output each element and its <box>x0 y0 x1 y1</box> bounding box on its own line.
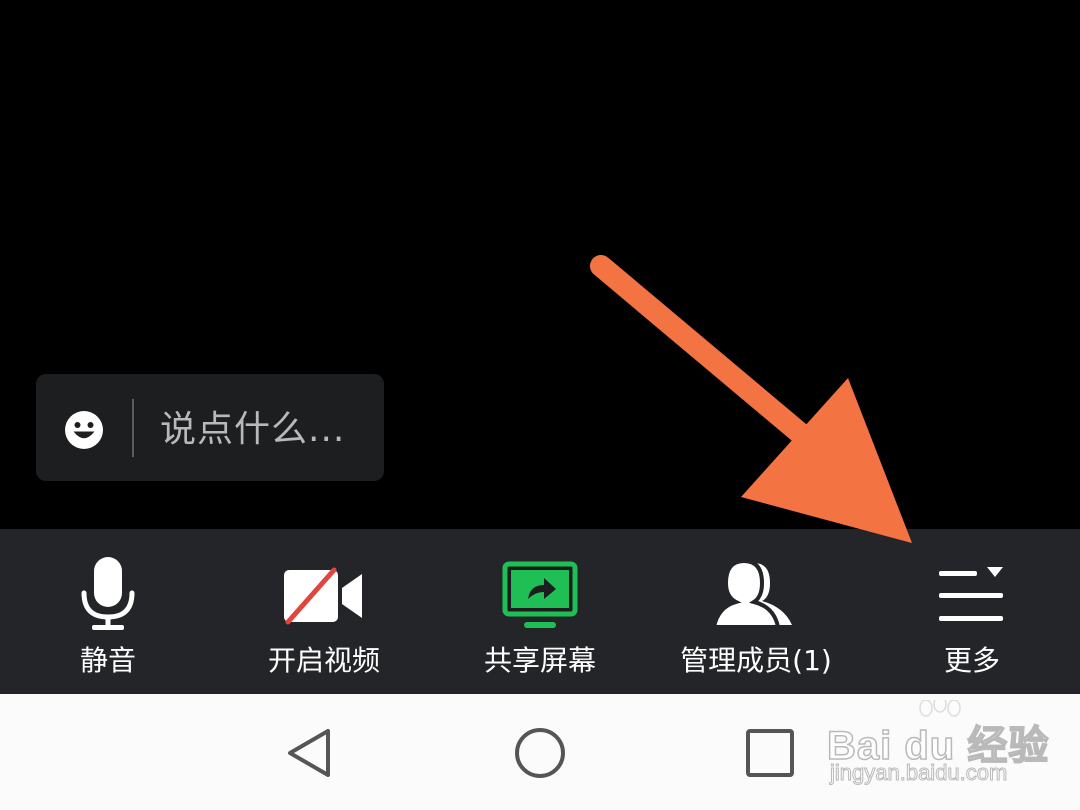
more-label: 更多 <box>943 644 1000 677</box>
smiley-face-icon[interactable] <box>64 410 104 450</box>
circle-home-icon[interactable] <box>508 721 572 785</box>
video-camera-off-icon <box>284 567 362 625</box>
share-screen-button[interactable]: 共享屏幕 <box>432 529 648 694</box>
watermark-url: jingyan.baidu.com <box>829 760 1008 786</box>
members-icon <box>714 559 792 629</box>
start-video-label: 开启视频 <box>267 644 380 677</box>
microphone-icon <box>81 557 135 630</box>
more-menu-icon <box>939 567 1003 621</box>
manage-members-label: 管理成员(1) <box>680 644 832 677</box>
start-video-button[interactable]: 开启视频 <box>216 529 432 694</box>
share-screen-icon <box>502 561 578 628</box>
triangle-back-icon[interactable] <box>278 721 342 785</box>
mute-button[interactable]: 静音 <box>0 529 216 694</box>
chat-divider <box>132 399 134 457</box>
manage-members-button[interactable]: 管理成员(1) <box>648 529 864 694</box>
more-button[interactable]: 更多 <box>864 529 1080 694</box>
square-recents-icon[interactable] <box>738 721 802 785</box>
chat-placeholder[interactable]: 说点什么... <box>160 406 345 454</box>
mute-label: 静音 <box>79 644 136 677</box>
share-screen-label: 共享屏幕 <box>483 644 596 677</box>
